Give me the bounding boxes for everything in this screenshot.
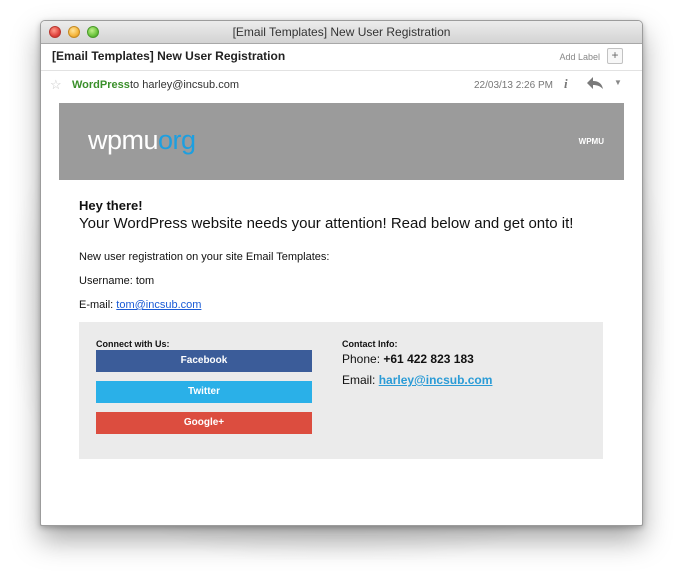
subject-bar: [Email Templates] New User Registration … xyxy=(41,44,642,71)
email-window: [Email Templates] New User Registration … xyxy=(40,20,643,526)
star-icon[interactable]: ☆ xyxy=(50,77,62,93)
window-title: [Email Templates] New User Registration xyxy=(232,25,451,39)
facebook-button[interactable]: Facebook xyxy=(96,350,312,372)
add-label-button[interactable]: + xyxy=(607,48,623,64)
connect-title: Connect with Us: xyxy=(96,339,170,349)
info-icon[interactable]: i xyxy=(564,76,568,92)
title-bar[interactable]: [Email Templates] New User Registration xyxy=(41,21,642,44)
contact-email-label: Email: xyxy=(342,373,379,387)
banner-right-label: WPMU xyxy=(578,137,604,146)
message-subject: [Email Templates] New User Registration xyxy=(52,49,286,63)
reply-arrow-icon xyxy=(587,77,603,89)
registration-line: New user registration on your site Email… xyxy=(79,251,330,263)
user-email-link[interactable]: tom@incsub.com xyxy=(116,299,201,311)
phone-label: Phone: xyxy=(342,352,384,366)
logo-main-text: wpmu xyxy=(88,125,159,155)
contact-email: Email: harley@incsub.com xyxy=(342,373,492,387)
more-options-icon[interactable]: ▼ xyxy=(614,78,622,87)
sent-date: 22/03/13 2:26 PM xyxy=(474,80,553,91)
contact-title: Contact Info: xyxy=(342,339,398,349)
email-banner: wpmuorg WPMU xyxy=(59,103,624,180)
twitter-button[interactable]: Twitter xyxy=(96,381,312,403)
footer-box: Connect with Us: Facebook Twitter Google… xyxy=(79,322,603,459)
contact-email-link[interactable]: harley@incsub.com xyxy=(379,373,493,387)
phone-value: +61 422 823 183 xyxy=(383,352,474,366)
username-line: Username: tom xyxy=(79,275,155,287)
headline-text: Your WordPress website needs your attent… xyxy=(79,215,574,232)
sender-row: ☆ WordPress to harley@incsub.com 22/03/1… xyxy=(41,71,642,99)
contact-phone: Phone: +61 422 823 183 xyxy=(342,352,474,366)
greeting-text: Hey there! xyxy=(79,198,143,213)
recipient-text: to harley@incsub.com xyxy=(130,79,239,91)
logo-accent-text: org xyxy=(158,125,196,155)
wpmu-logo: wpmuorg xyxy=(88,125,196,156)
add-label-text[interactable]: Add Label xyxy=(559,52,600,62)
reply-icon[interactable] xyxy=(587,76,603,92)
googleplus-button[interactable]: Google+ xyxy=(96,412,312,434)
sender-name[interactable]: WordPress xyxy=(72,79,130,91)
email-label: E-mail: xyxy=(79,299,117,311)
email-line: E-mail: tom@incsub.com xyxy=(79,299,201,311)
